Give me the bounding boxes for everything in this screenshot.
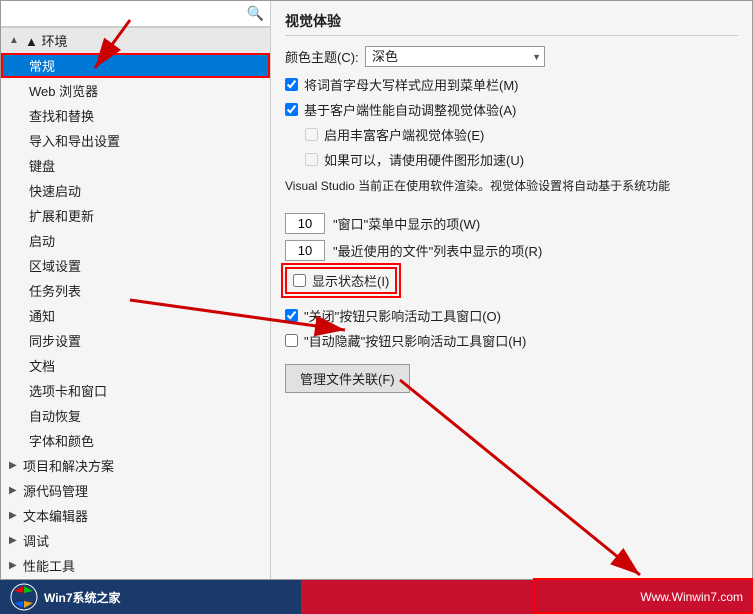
sidebar-item-font-color[interactable]: 字体和颜色 [1, 428, 270, 453]
sidebar-item-sync[interactable]: 同步设置 [1, 328, 270, 353]
search-icon[interactable]: 🔍 [247, 5, 264, 22]
sidebar-item-option-window[interactable]: 选项卡和窗口 [1, 378, 270, 403]
checkbox-hw-accel-label: 如果可以，请使用硬件图形加速(U) [324, 150, 524, 169]
sidebar-item-import-export[interactable]: 导入和导出设置 [1, 128, 270, 153]
sidebar: 🔍 ▲ ▲ 环境 常规 Web 浏览器 查找和替换 导入和导出设置 键盘 [1, 1, 271, 579]
section-title: 视觉体验 [285, 11, 738, 36]
sidebar-item-start[interactable]: 启动 [1, 228, 270, 253]
sidebar-item-auto-recover[interactable]: 自动恢复 [1, 403, 270, 428]
sidebar-item-notify[interactable]: 通知 [1, 303, 270, 328]
checkbox-rich-client[interactable] [305, 128, 318, 141]
checkbox-hide-row: "自动隐藏"按钮只影响活动工具窗口(H) [285, 331, 738, 350]
sidebar-item-expand-update[interactable]: 扩展和更新 [1, 203, 270, 228]
number-label-1: "窗口"菜单中显示的项(W) [333, 214, 480, 233]
btn-manage-wrapper: 管理文件关联(F) [285, 358, 738, 393]
sidebar-item-find-replace[interactable]: 查找和替换 [1, 103, 270, 128]
checkbox-hw-accel-row: 如果可以，请使用硬件图形加速(U) [305, 150, 738, 169]
checkbox-rich-client-label: 启用丰富客户端视觉体验(E) [324, 125, 484, 144]
sidebar-item-source-control[interactable]: ▶ 源代码管理 [1, 478, 270, 503]
number-input-2[interactable] [285, 240, 325, 261]
expand-arrow-texteditor: ▶ [9, 510, 21, 521]
btn-manage[interactable]: 管理文件关联(F) [285, 364, 410, 393]
number-row-1: "窗口"菜单中显示的项(W) [285, 213, 738, 234]
search-bar: 🔍 [1, 1, 270, 27]
sidebar-item-cross-platform[interactable]: ▶ ▶ Cross Platform [1, 578, 270, 579]
checkbox-menu-case[interactable] [285, 78, 298, 91]
expand-arrow-debug: ▶ [9, 535, 21, 546]
search-input[interactable] [7, 6, 247, 21]
watermark-bar: Win7系统之家 Www.Winwin7.com [0, 580, 753, 614]
sidebar-item-quick-launch[interactable]: 快速启动 [1, 178, 270, 203]
expand-arrow-source: ▶ [9, 485, 21, 496]
theme-label: 颜色主题(C): [285, 47, 365, 66]
sidebar-item-debug[interactable]: ▶ 调试 [1, 528, 270, 553]
sidebar-item-doc[interactable]: 文档 [1, 353, 270, 378]
checkbox-close-row: "关闭"按钮只影响活动工具窗口(O) [285, 306, 738, 325]
watermark-text-left: Win7系统之家 [44, 589, 121, 606]
sidebar-item-tasklist[interactable]: 任务列表 [1, 278, 270, 303]
watermark-left: Win7系统之家 [10, 583, 121, 611]
sidebar-item-text-editor[interactable]: ▶ 文本编辑器 [1, 503, 270, 528]
expand-arrow-project: ▶ [9, 460, 21, 471]
checkbox-rich-client-row: 启用丰富客户端视觉体验(E) [305, 125, 738, 144]
checkbox-auto-adjust[interactable] [285, 103, 298, 116]
checkbox-status[interactable] [293, 274, 306, 287]
number-label-2: "最近使用的文件"列表中显示的项(R) [333, 241, 542, 260]
sidebar-item-web[interactable]: Web 浏览器 [1, 78, 270, 103]
sidebar-item-keyboard[interactable]: 键盘 [1, 153, 270, 178]
main-container: 🔍 ▲ ▲ 环境 常规 Web 浏览器 查找和替换 导入和导出设置 键盘 [0, 0, 753, 580]
theme-dropdown[interactable]: 深色 浅色 蓝色 高对比度 [365, 46, 545, 67]
checkbox-hide-label: "自动隐藏"按钮只影响活动工具窗口(H) [304, 331, 526, 350]
tree-container: ▲ ▲ 环境 常规 Web 浏览器 查找和替换 导入和导出设置 键盘 快速启动 [1, 27, 270, 579]
status-bar-row-wrapper: 显示状态栏(I) [285, 267, 738, 300]
win7-logo-icon [10, 583, 38, 611]
sidebar-item-huanjing[interactable]: ▲ ▲ 环境 [1, 27, 270, 53]
checkbox-menu-case-label: 将词首字母大写样式应用到菜单栏(M) [304, 75, 519, 94]
theme-row: 颜色主题(C): 深色 浅色 蓝色 高对比度 [285, 46, 738, 67]
number-input-1[interactable] [285, 213, 325, 234]
content-panel: 视觉体验 颜色主题(C): 深色 浅色 蓝色 高对比度 将词首字母大写样式应用到… [271, 1, 752, 579]
sidebar-item-project[interactable]: ▶ 项目和解决方案 [1, 453, 270, 478]
checkbox-auto-adjust-label: 基于客户端性能自动调整视觉体验(A) [304, 100, 516, 119]
info-text: Visual Studio 当前正在使用软件渲染。视觉体验设置将自动基于系统功能 [285, 177, 705, 195]
checkbox-menu-case-row: 将词首字母大写样式应用到菜单栏(M) [285, 75, 738, 94]
checkbox-status-row: 显示状态栏(I) [285, 267, 397, 294]
sidebar-item-perf-tools[interactable]: ▶ 性能工具 [1, 553, 270, 578]
checkbox-status-label: 显示状态栏(I) [312, 271, 389, 290]
sidebar-item-region[interactable]: 区域设置 [1, 253, 270, 278]
number-row-2: "最近使用的文件"列表中显示的项(R) [285, 240, 738, 261]
expand-arrow-huanjing: ▲ [9, 35, 21, 46]
sidebar-item-changgui[interactable]: 常规 [1, 53, 270, 78]
watermark-text-right: Www.Winwin7.com [640, 590, 743, 604]
checkbox-close[interactable] [285, 309, 298, 322]
checkbox-close-label: "关闭"按钮只影响活动工具窗口(O) [304, 306, 501, 325]
checkbox-hide[interactable] [285, 334, 298, 347]
checkbox-auto-adjust-row: 基于客户端性能自动调整视觉体验(A) [285, 100, 738, 119]
theme-dropdown-wrapper: 深色 浅色 蓝色 高对比度 [365, 46, 545, 67]
expand-arrow-perf: ▶ [9, 560, 21, 571]
checkbox-hw-accel[interactable] [305, 153, 318, 166]
